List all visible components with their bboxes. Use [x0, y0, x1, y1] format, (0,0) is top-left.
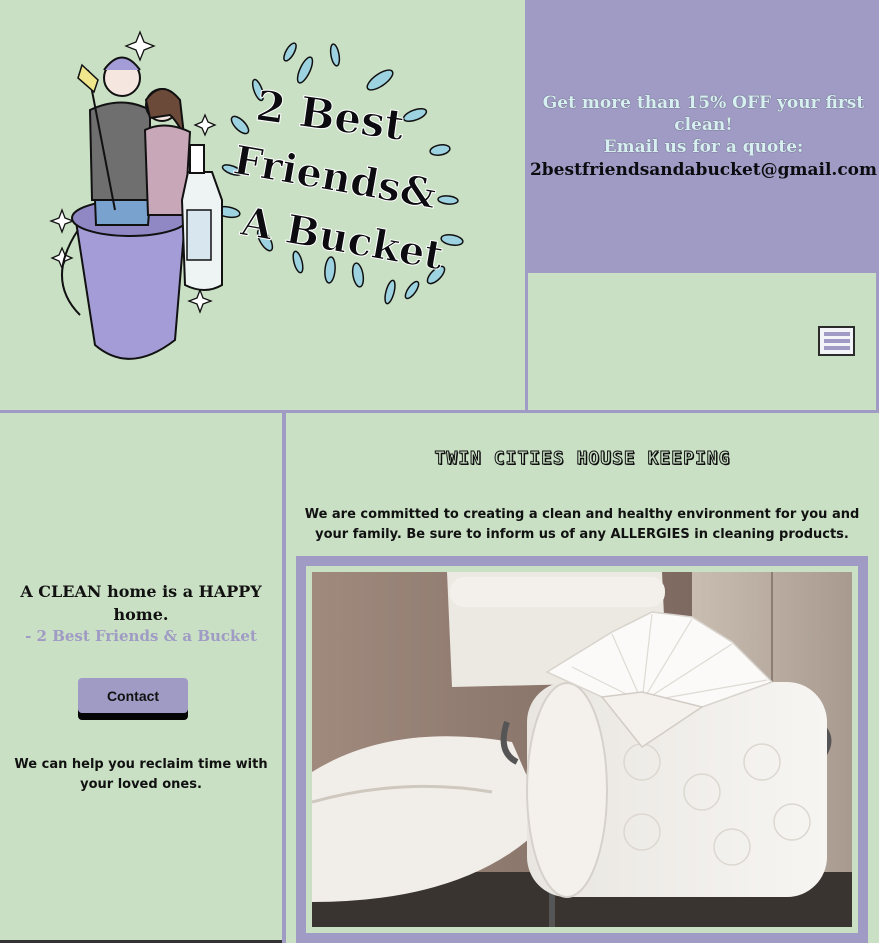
promo-email-prompt: Email us for a quote:	[603, 136, 804, 157]
hamburger-menu-icon[interactable]	[818, 326, 855, 356]
help-text: We can help you reclaim time with your l…	[14, 757, 268, 792]
contact-button[interactable]: Contact	[78, 678, 188, 713]
photo-frame	[296, 556, 868, 943]
divider	[525, 0, 528, 413]
commitment-text: We are committed to creating a clean and…	[304, 507, 860, 542]
logo-panel: 2 Best Friends& A Bucket	[0, 0, 525, 410]
left-column: A CLEAN home is a HAPPY home. - 2 Best F…	[0, 413, 282, 940]
section-title: TWIN CITIES HOUSE KEEPING	[434, 448, 731, 470]
promo-offer: Get more than 15% OFF your first clean!	[542, 92, 865, 135]
right-column: TWIN CITIES HOUSE KEEPING We are committ…	[286, 413, 879, 943]
bathroom-photo	[312, 572, 852, 927]
tagline-credit: - 2 Best Friends & a Bucket	[25, 627, 257, 645]
logo-illustration: 2 Best Friends& A Bucket	[49, 30, 464, 360]
brand-line-1: 2 Best	[253, 81, 408, 150]
promo-panel: Get more than 15% OFF your first clean! …	[528, 0, 879, 273]
page: 2 Best Friends& A Bucket Get more than 1…	[0, 0, 879, 943]
tagline: A CLEAN home is a HAPPY home.	[20, 582, 262, 624]
promo-email-link[interactable]: 2bestfriendsandabucket@gmail.com	[530, 158, 877, 182]
